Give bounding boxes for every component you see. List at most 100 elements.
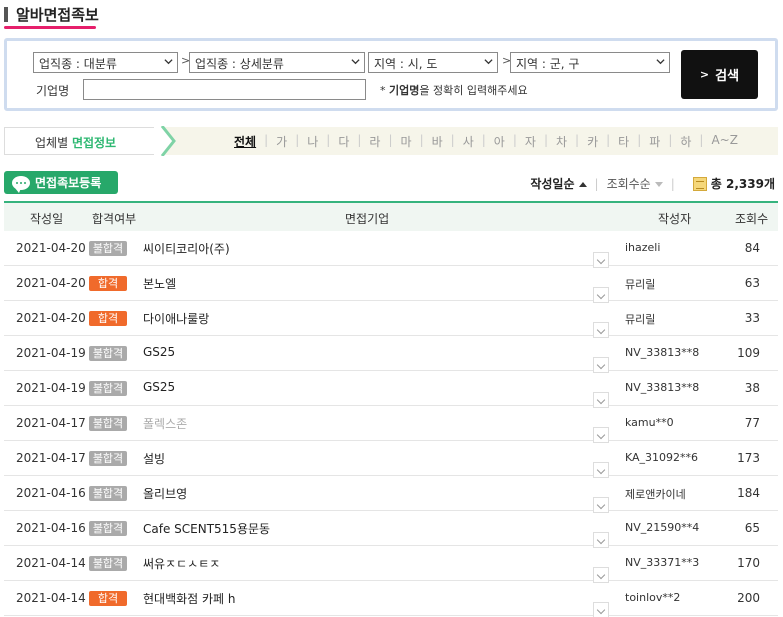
sort-down-icon — [654, 182, 663, 187]
select-label: 지역 : 군, 구 — [516, 57, 580, 71]
chevron-down-icon — [164, 59, 173, 65]
company-link[interactable]: 설빙 — [143, 450, 165, 467]
company-link[interactable]: 올리브영 — [143, 485, 187, 502]
row-views: 38 — [744, 381, 760, 395]
company-link[interactable]: 폴렉스존 — [143, 415, 187, 432]
tab-company-interview-info[interactable]: 업체별 면접정보 — [4, 127, 162, 155]
table-row[interactable]: 2021-04-19 불합격 GS25 NV_33813**8 38 — [4, 371, 778, 408]
sort-up-icon — [578, 182, 587, 187]
row-author[interactable]: 뮤리릴 — [625, 276, 655, 292]
region-gungu-select[interactable]: 지역 : 군, 구 — [510, 52, 670, 73]
table-row[interactable]: 2021-04-14 합격 현대백화점 카페 h toinlov**2 200 — [4, 581, 778, 617]
category-detail-select[interactable]: 업직종 : 상세분류 — [189, 52, 365, 73]
table-row[interactable]: 2021-04-19 불합격 GS25 NV_33813**8 109 — [4, 336, 778, 373]
interview-table: 작성일 합격여부 면접기업 작성자 조회수 2021-04-20 불합격 씨이티코리… — [4, 201, 778, 617]
row-author[interactable]: toinlov**2 — [625, 591, 680, 604]
region-sido-select[interactable]: 지역 : 시, 도 — [368, 52, 498, 73]
total-count: 총 2,339개 — [710, 177, 775, 191]
table-row[interactable]: 2021-04-20 불합격 씨이티코리아(주) ihazeli 84 — [4, 231, 778, 268]
result-badge: 합격 — [89, 311, 127, 326]
index-letter[interactable]: 파 — [649, 133, 660, 150]
row-author[interactable]: NV_33813**8 — [625, 381, 699, 394]
index-letter[interactable]: 다 — [338, 133, 349, 150]
company-label: 기업명 — [36, 84, 70, 98]
tab-highlight: 면접정보 — [71, 136, 117, 150]
expand-chevron-icon[interactable] — [593, 602, 609, 617]
index-letter[interactable]: 마 — [401, 133, 412, 150]
register-interview-button[interactable]: 면접족보등록 — [4, 171, 118, 194]
category-major-select[interactable]: 업직종 : 대분류 — [33, 52, 178, 73]
index-letter[interactable]: 가 — [276, 133, 287, 150]
row-date: 2021-04-17 — [16, 416, 86, 430]
chevron-down-icon — [351, 59, 360, 65]
table-row[interactable]: 2021-04-20 합격 본노엘 뮤리릴 63 — [4, 266, 778, 303]
index-letter[interactable]: 하 — [680, 133, 691, 150]
index-letter[interactable]: 자 — [525, 133, 536, 150]
table-row[interactable]: 2021-04-17 불합격 폴렉스존 kamu**0 77 — [4, 406, 778, 443]
row-views: 63 — [744, 276, 760, 290]
row-date: 2021-04-14 — [16, 556, 86, 570]
company-link[interactable]: GS25 — [143, 345, 175, 359]
register-label: 면접족보등록 — [35, 176, 102, 190]
row-date: 2021-04-14 — [16, 591, 86, 605]
col-company: 면접기업 — [345, 212, 390, 226]
row-date: 2021-04-20 — [16, 276, 86, 290]
row-author[interactable]: NV_21590**4 — [625, 521, 699, 534]
row-author[interactable]: KA_31092**6 — [625, 451, 698, 464]
row-date: 2021-04-16 — [16, 521, 86, 535]
company-link[interactable]: Cafe SCENT515용문동 — [143, 520, 270, 537]
table-row[interactable]: 2021-04-20 합격 다이애나룰랑 뮤리릴 33 — [4, 301, 778, 338]
table-row[interactable]: 2021-04-16 불합격 올리브영 제로앤카이네 184 — [4, 476, 778, 513]
index-letter[interactable]: 전체 — [234, 133, 256, 150]
result-badge: 불합격 — [89, 346, 127, 361]
row-author[interactable]: NV_33813**8 — [625, 346, 699, 359]
index-letters: 전체 | 가 | 나 | 다 | 라 | 마 | 바 | 사 | 아 | 자 | 차 | 카 | 타 | 파 | 하 | A~Z — [234, 133, 738, 150]
row-views: 200 — [737, 591, 760, 605]
sort-by-date[interactable]: 작성일순 — [530, 175, 587, 192]
row-author[interactable]: ihazeli — [625, 241, 660, 254]
row-author[interactable]: 뮤리릴 — [625, 311, 655, 327]
chevron-down-icon — [484, 59, 493, 65]
index-letter[interactable]: 타 — [618, 133, 629, 150]
select-label: 업직종 : 대분류 — [39, 57, 117, 71]
company-link[interactable]: 다이애나룰랑 — [143, 310, 209, 327]
col-views: 조회수 — [735, 212, 769, 226]
row-author[interactable]: kamu**0 — [625, 416, 674, 429]
company-link[interactable]: 씨이티코리아(주) — [143, 240, 230, 257]
table-body: 2021-04-20 불합격 씨이티코리아(주) ihazeli 84 2021-04-2… — [4, 231, 778, 617]
row-author[interactable]: 제로앤카이네 — [625, 486, 686, 502]
filter-tabbar: 업체별 면접정보 전체 | 가 | 나 | 다 | 라 | 마 | 바 | 사 | 아 | 자 | 차 | 카 | 타 | 파 | 하 |… — [4, 126, 778, 156]
index-letter[interactable]: 나 — [307, 133, 318, 150]
index-letter[interactable]: A~Z — [711, 133, 737, 150]
tab-prefix: 업체별 — [35, 136, 72, 150]
speech-bubble-icon — [12, 175, 30, 193]
company-input[interactable] — [83, 79, 366, 100]
search-button[interactable]: > 검색 — [681, 50, 758, 99]
index-letter[interactable]: 라 — [369, 133, 380, 150]
page-title: 알바면접족보 — [16, 6, 99, 24]
company-link[interactable]: GS25 — [143, 380, 175, 394]
index-letter[interactable]: 바 — [432, 133, 443, 150]
index-letter[interactable]: 차 — [556, 133, 567, 150]
title-underline — [4, 26, 96, 29]
company-link[interactable]: 현대백화점 카페 h — [143, 590, 236, 607]
row-views: 33 — [744, 311, 760, 325]
company-link[interactable]: 써유ㅈㄷㅅㅌㅈ — [143, 555, 220, 572]
result-badge: 불합격 — [89, 556, 127, 571]
table-row[interactable]: 2021-04-14 불합격 써유ㅈㄷㅅㅌㅈ NV_33371**3 170 — [4, 546, 778, 583]
col-result: 합격여부 — [92, 212, 137, 226]
index-letter[interactable]: 사 — [463, 133, 474, 150]
table-row[interactable]: 2021-04-16 불합격 Cafe SCENT515용문동 NV_21590**4… — [4, 511, 778, 548]
company-link[interactable]: 본노엘 — [143, 275, 176, 292]
row-views: 84 — [744, 241, 760, 255]
index-letter[interactable]: 카 — [587, 133, 598, 150]
row-author[interactable]: NV_33371**3 — [625, 556, 699, 569]
index-letter[interactable]: 아 — [494, 133, 505, 150]
row-views: 77 — [744, 416, 760, 430]
sort-by-views[interactable]: 조회수순 — [607, 175, 663, 192]
table-row[interactable]: 2021-04-17 불합격 설빙 KA_31092**6 173 — [4, 441, 778, 478]
result-badge: 합격 — [89, 591, 127, 606]
row-date: 2021-04-19 — [16, 381, 86, 395]
result-badge: 불합격 — [89, 416, 127, 431]
chevron-down-icon — [656, 59, 665, 65]
